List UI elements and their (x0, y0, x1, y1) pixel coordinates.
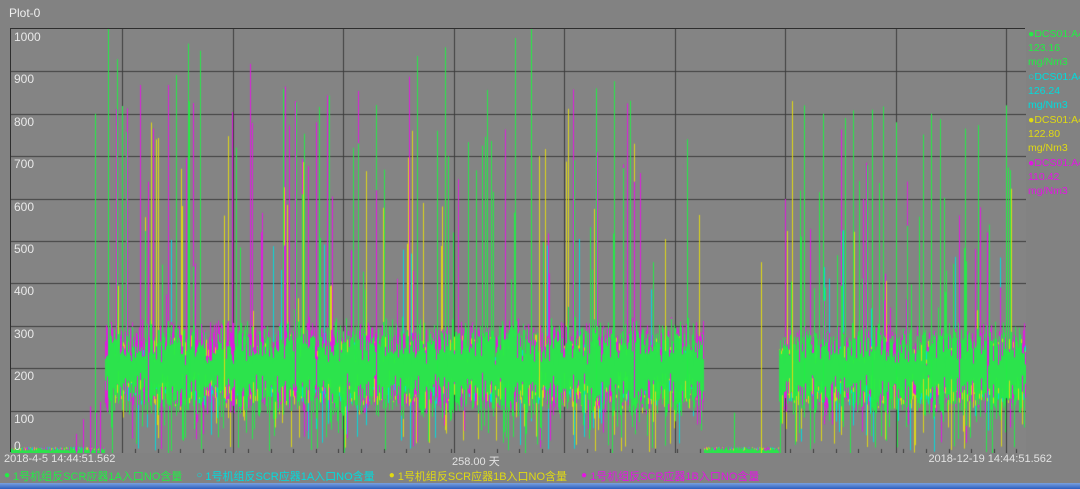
pen-3-tag: DCS01:A4 (1034, 114, 1080, 126)
pen-3-readout[interactable]: ●DCS01:A4 122.80 mg/Nm3 (1028, 113, 1080, 155)
pen-2-tag: DCS01:A4 (1034, 71, 1080, 83)
pen-3-current-value: 122.80 (1028, 127, 1080, 141)
pen-4-readout[interactable]: ●DCS01:A4 110.42 mg/Nm3 (1028, 156, 1080, 198)
trend-plot-window: Plot-0 10009008007006005004003002001000 … (0, 0, 1080, 489)
pen-1-marker-icon: ● (4, 470, 10, 481)
pen-1-current-value: 123.16 (1028, 41, 1080, 55)
pen-4-marker-icon: ● (581, 470, 587, 481)
legend: ● 1号机组反SCR应器1A入口NO含量 ○ 1号机组反SCR应器1A入口NO含… (4, 468, 1064, 483)
pen-1-unit: mg/Nm3 (1028, 55, 1080, 69)
pen-3-marker-icon: ● (389, 470, 395, 481)
plot-area: 10009008007006005004003002001000 (10, 28, 1025, 452)
pen-value-readouts: ●DCS01:A4 123.16 mg/Nm3 ○DCS01:A4 126.24… (1028, 27, 1080, 199)
legend-item-pen-3[interactable]: ● 1号机组反SCR应器1B入口NO含量 (389, 468, 567, 484)
pen-4-label: 1号机组反SCR应器1B入口NO含量 (590, 468, 759, 484)
pen-3-label: 1号机组反SCR应器1B入口NO含量 (398, 468, 567, 484)
pen-4-tag: DCS01:A4 (1034, 157, 1080, 169)
trend-canvas[interactable] (11, 29, 1026, 453)
pen-1-readout[interactable]: ●DCS01:A4 123.16 mg/Nm3 (1028, 27, 1080, 69)
x-axis: 2018-4-5 14:44:51.562 258.00 天 2018-12-1… (0, 453, 1080, 467)
legend-item-pen-1[interactable]: ● 1号机组反SCR应器1A入口NO含量 (4, 468, 182, 484)
legend-item-pen-4[interactable]: ● 1号机组反SCR应器1B入口NO含量 (581, 468, 759, 484)
pen-2-marker-icon: ○ (196, 470, 202, 481)
pen-2-current-value: 126.24 (1028, 84, 1080, 98)
x-axis-start-timestamp: 2018-4-5 14:44:51.562 (4, 453, 115, 465)
pen-4-current-value: 110.42 (1028, 170, 1080, 184)
pen-1-label: 1号机组反SCR应器1A入口NO含量 (13, 468, 182, 484)
pen-3-unit: mg/Nm3 (1028, 141, 1080, 155)
page-title: Plot-0 (9, 6, 40, 20)
legend-item-pen-2[interactable]: ○ 1号机组反SCR应器1A入口NO含量 (196, 468, 374, 484)
pen-2-readout[interactable]: ○DCS01:A4 126.24 mg/Nm3 (1028, 70, 1080, 112)
pen-1-tag: DCS01:A4 (1034, 28, 1080, 40)
window-bottom-edge (0, 483, 1080, 489)
pen-2-label: 1号机组反SCR应器1A入口NO含量 (205, 468, 374, 484)
pen-4-unit: mg/Nm3 (1028, 184, 1080, 198)
x-axis-end-timestamp: 2018-12-19 14:44:51.562 (928, 453, 1052, 465)
pen-2-unit: mg/Nm3 (1028, 98, 1080, 112)
